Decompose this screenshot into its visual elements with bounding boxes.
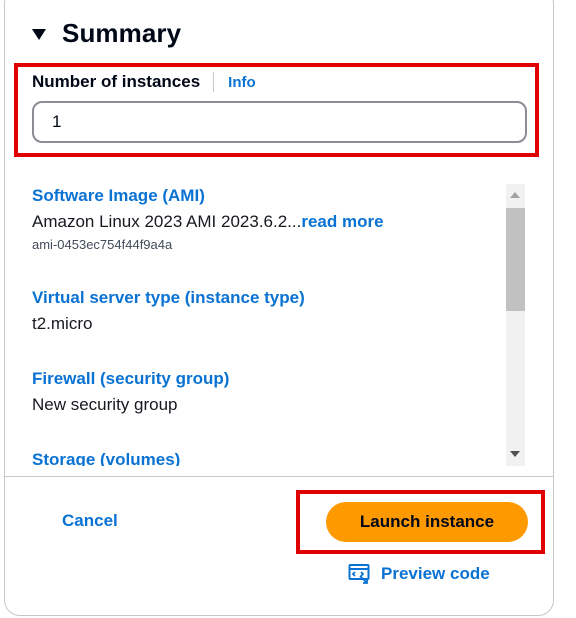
code-preview-icon — [348, 564, 370, 584]
ami-id: ami-0453ec754f44f9a4a — [32, 237, 173, 252]
summary-title: Summary — [62, 18, 182, 48]
cancel-button[interactable]: Cancel — [62, 511, 118, 531]
firewall-value: New security group — [32, 395, 178, 414]
details-scrollbar[interactable] — [506, 184, 525, 466]
detail-firewall: Firewall (security group) New security g… — [32, 369, 229, 415]
scroll-up-arrow-icon[interactable] — [510, 192, 520, 198]
caret-down-icon[interactable] — [32, 29, 46, 40]
ami-value: Amazon Linux 2023 AMI 2023.6.2...read mo… — [32, 212, 384, 232]
launch-instance-button[interactable]: Launch instance — [326, 502, 528, 542]
scrollbar-thumb[interactable] — [506, 208, 525, 311]
instance-type-link[interactable]: Virtual server type (instance type) — [32, 288, 305, 308]
label-divider — [213, 72, 215, 92]
detail-instance-type: Virtual server type (instance type) t2.m… — [32, 288, 305, 334]
detail-ami: Software Image (AMI) Amazon Linux 2023 A… — [32, 186, 384, 252]
ami-name: Amazon Linux 2023 AMI 2023.6.2... — [32, 212, 302, 231]
number-of-instances-input[interactable] — [32, 101, 527, 143]
firewall-link[interactable]: Firewall (security group) — [32, 369, 229, 389]
instances-label: Number of instances — [32, 72, 201, 91]
instance-type-value: t2.micro — [32, 314, 93, 333]
preview-code-button[interactable]: Preview code — [348, 563, 490, 585]
detail-storage: Storage (volumes) — [32, 450, 180, 466]
read-more-link[interactable]: read more — [301, 212, 383, 231]
summary-header[interactable]: Summary — [32, 18, 181, 49]
scroll-down-arrow-icon[interactable] — [510, 451, 520, 457]
footer-divider — [5, 476, 553, 477]
storage-link[interactable]: Storage (volumes) — [32, 450, 180, 466]
summary-details-scroll-area[interactable]: Software Image (AMI) Amazon Linux 2023 A… — [5, 168, 528, 466]
instances-label-row: Number of instances Info — [32, 71, 256, 93]
info-link[interactable]: Info — [228, 74, 256, 91]
ami-link[interactable]: Software Image (AMI) — [32, 186, 384, 206]
preview-code-label: Preview code — [381, 564, 490, 583]
